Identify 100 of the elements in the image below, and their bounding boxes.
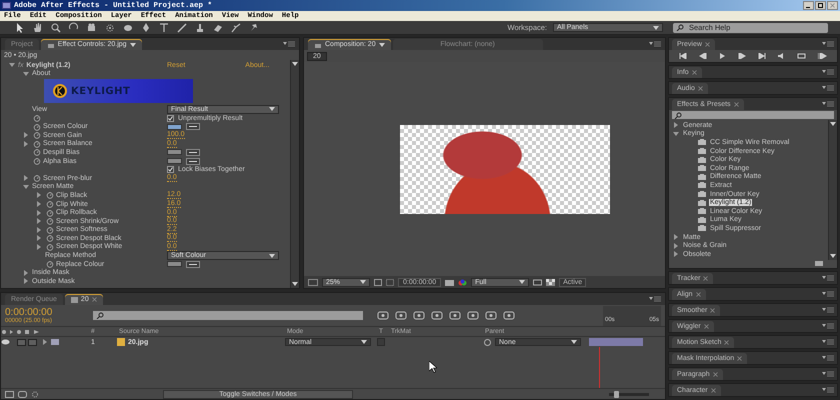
panel-menu-icon[interactable]: [822, 306, 834, 312]
preset-icon: [698, 208, 706, 214]
close-icon[interactable]: [698, 86, 703, 91]
close-icon[interactable]: [712, 372, 718, 376]
stopwatch-icon[interactable]: [46, 260, 54, 268]
render-icon[interactable]: [5, 390, 14, 398]
caret-icon: [130, 42, 136, 46]
stopwatch-icon[interactable]: [46, 226, 54, 234]
twirl-arrow-icon[interactable]: [23, 184, 29, 190]
close-icon[interactable]: [696, 292, 701, 296]
checkbox[interactable]: [167, 166, 174, 174]
panel-menu-icon[interactable]: [822, 386, 834, 392]
panel-menu-icon[interactable]: [822, 290, 834, 296]
camera-icon: [86, 22, 98, 34]
selection-arrow-icon: [14, 22, 26, 34]
expand-icon[interactable]: [18, 390, 27, 398]
minimize-button[interactable]: [803, 1, 814, 10]
close-icon[interactable]: [704, 42, 710, 47]
caret-icon: [360, 280, 366, 284]
close-icon[interactable]: [734, 102, 739, 107]
checkmark-icon: [168, 167, 173, 172]
stopwatch-icon[interactable]: [46, 217, 54, 226]
preset-icon: [698, 182, 706, 188]
close-icon[interactable]: [703, 276, 708, 280]
panel-menu-icon[interactable]: [283, 41, 295, 47]
color-swatch[interactable]: [167, 261, 182, 268]
camera-icon: [445, 278, 454, 286]
panel-menu-icon[interactable]: [649, 41, 661, 47]
stopwatch-icon[interactable]: [33, 114, 41, 122]
panel-menu-icon[interactable]: [822, 69, 834, 75]
stopwatch-icon[interactable]: [33, 131, 41, 140]
stopwatch-icon[interactable]: [33, 157, 41, 166]
next-frame-icon[interactable]: [738, 53, 746, 59]
stopwatch-icon[interactable]: [33, 122, 41, 131]
panel-menu-icon[interactable]: [822, 370, 834, 376]
slider-thumb[interactable]: [614, 390, 620, 398]
panel-menu-icon[interactable]: [649, 296, 661, 302]
play-icon[interactable]: [718, 53, 726, 59]
twirl-arrow-icon[interactable]: [673, 234, 679, 240]
first-frame-icon[interactable]: [678, 53, 687, 59]
close-icon[interactable]: [704, 324, 709, 328]
close-icon[interactable]: [724, 340, 730, 344]
layer-search-field[interactable]: [93, 311, 363, 320]
color-swatch[interactable]: [167, 158, 182, 164]
stopwatch-icon[interactable]: [46, 242, 54, 251]
twirl-arrow-icon[interactable]: [673, 251, 679, 258]
stopwatch-icon[interactable]: [46, 234, 54, 242]
twirl-arrow-icon[interactable]: [23, 278, 29, 284]
eyedropper-icon[interactable]: [186, 148, 200, 156]
search-icon: [676, 24, 686, 31]
scrollbar[interactable]: [828, 120, 837, 260]
previous-frame-icon[interactable]: [698, 53, 707, 59]
eyedropper-icon[interactable]: [186, 123, 200, 130]
color-swatch[interactable]: [167, 124, 182, 130]
panel-menu-icon[interactable]: [822, 41, 834, 47]
timecode[interactable]: 0:00:00:00: [5, 307, 87, 318]
twirl-arrow-icon[interactable]: [9, 62, 15, 68]
close-icon[interactable]: [830, 3, 835, 8]
new-folder-icon[interactable]: [815, 260, 823, 266]
stopwatch-icon[interactable]: [33, 140, 41, 148]
caret-icon: [269, 254, 275, 258]
close-icon[interactable]: [692, 70, 697, 75]
twirl-arrow-icon[interactable]: [23, 270, 29, 276]
close-icon[interactable]: [92, 297, 97, 302]
scrollbar[interactable]: [290, 60, 299, 288]
panel-menu-icon[interactable]: [822, 274, 834, 280]
twirl-arrow-icon[interactable]: [673, 122, 679, 128]
close-icon[interactable]: [737, 356, 742, 360]
twirl-arrow-icon[interactable]: [23, 70, 29, 77]
caret-icon: [653, 26, 659, 30]
loop-icon[interactable]: [797, 53, 806, 59]
speaker-icon[interactable]: [778, 53, 786, 59]
ram-preview-icon[interactable]: [818, 53, 828, 59]
panel-menu-icon[interactable]: [822, 322, 834, 328]
caret-icon: [830, 122, 836, 126]
eye-icon[interactable]: [1, 339, 10, 345]
panel-menu-icon[interactable]: [822, 354, 834, 360]
last-frame-icon[interactable]: [758, 53, 766, 59]
stopwatch-icon[interactable]: [46, 200, 54, 208]
preset-search-field[interactable]: [672, 111, 834, 119]
color-swatch[interactable]: [167, 149, 182, 156]
maximize-button[interactable]: [815, 1, 826, 10]
twirl-arrow-icon[interactable]: [42, 339, 48, 345]
stopwatch-icon[interactable]: [46, 191, 54, 200]
panel-menu-icon[interactable]: [822, 85, 834, 91]
close-icon[interactable]: [710, 388, 716, 392]
close-icon[interactable]: [710, 308, 716, 312]
stopwatch-icon[interactable]: [46, 208, 54, 217]
panel-menu-icon[interactable]: [822, 101, 834, 107]
twirl-arrow-icon[interactable]: [23, 175, 29, 182]
preset-icon: [698, 200, 706, 206]
eyedropper-icon[interactable]: [186, 260, 200, 268]
twirl-arrow-icon[interactable]: [673, 130, 679, 137]
stopwatch-icon[interactable]: [33, 148, 41, 156]
stopwatch-icon[interactable]: [33, 174, 41, 182]
eyedropper-icon[interactable]: [186, 158, 200, 165]
panel-menu-icon[interactable]: [822, 338, 834, 344]
twirl-arrow-icon[interactable]: [673, 242, 679, 249]
checkbox[interactable]: [167, 114, 174, 122]
preset-icon: [698, 225, 706, 232]
